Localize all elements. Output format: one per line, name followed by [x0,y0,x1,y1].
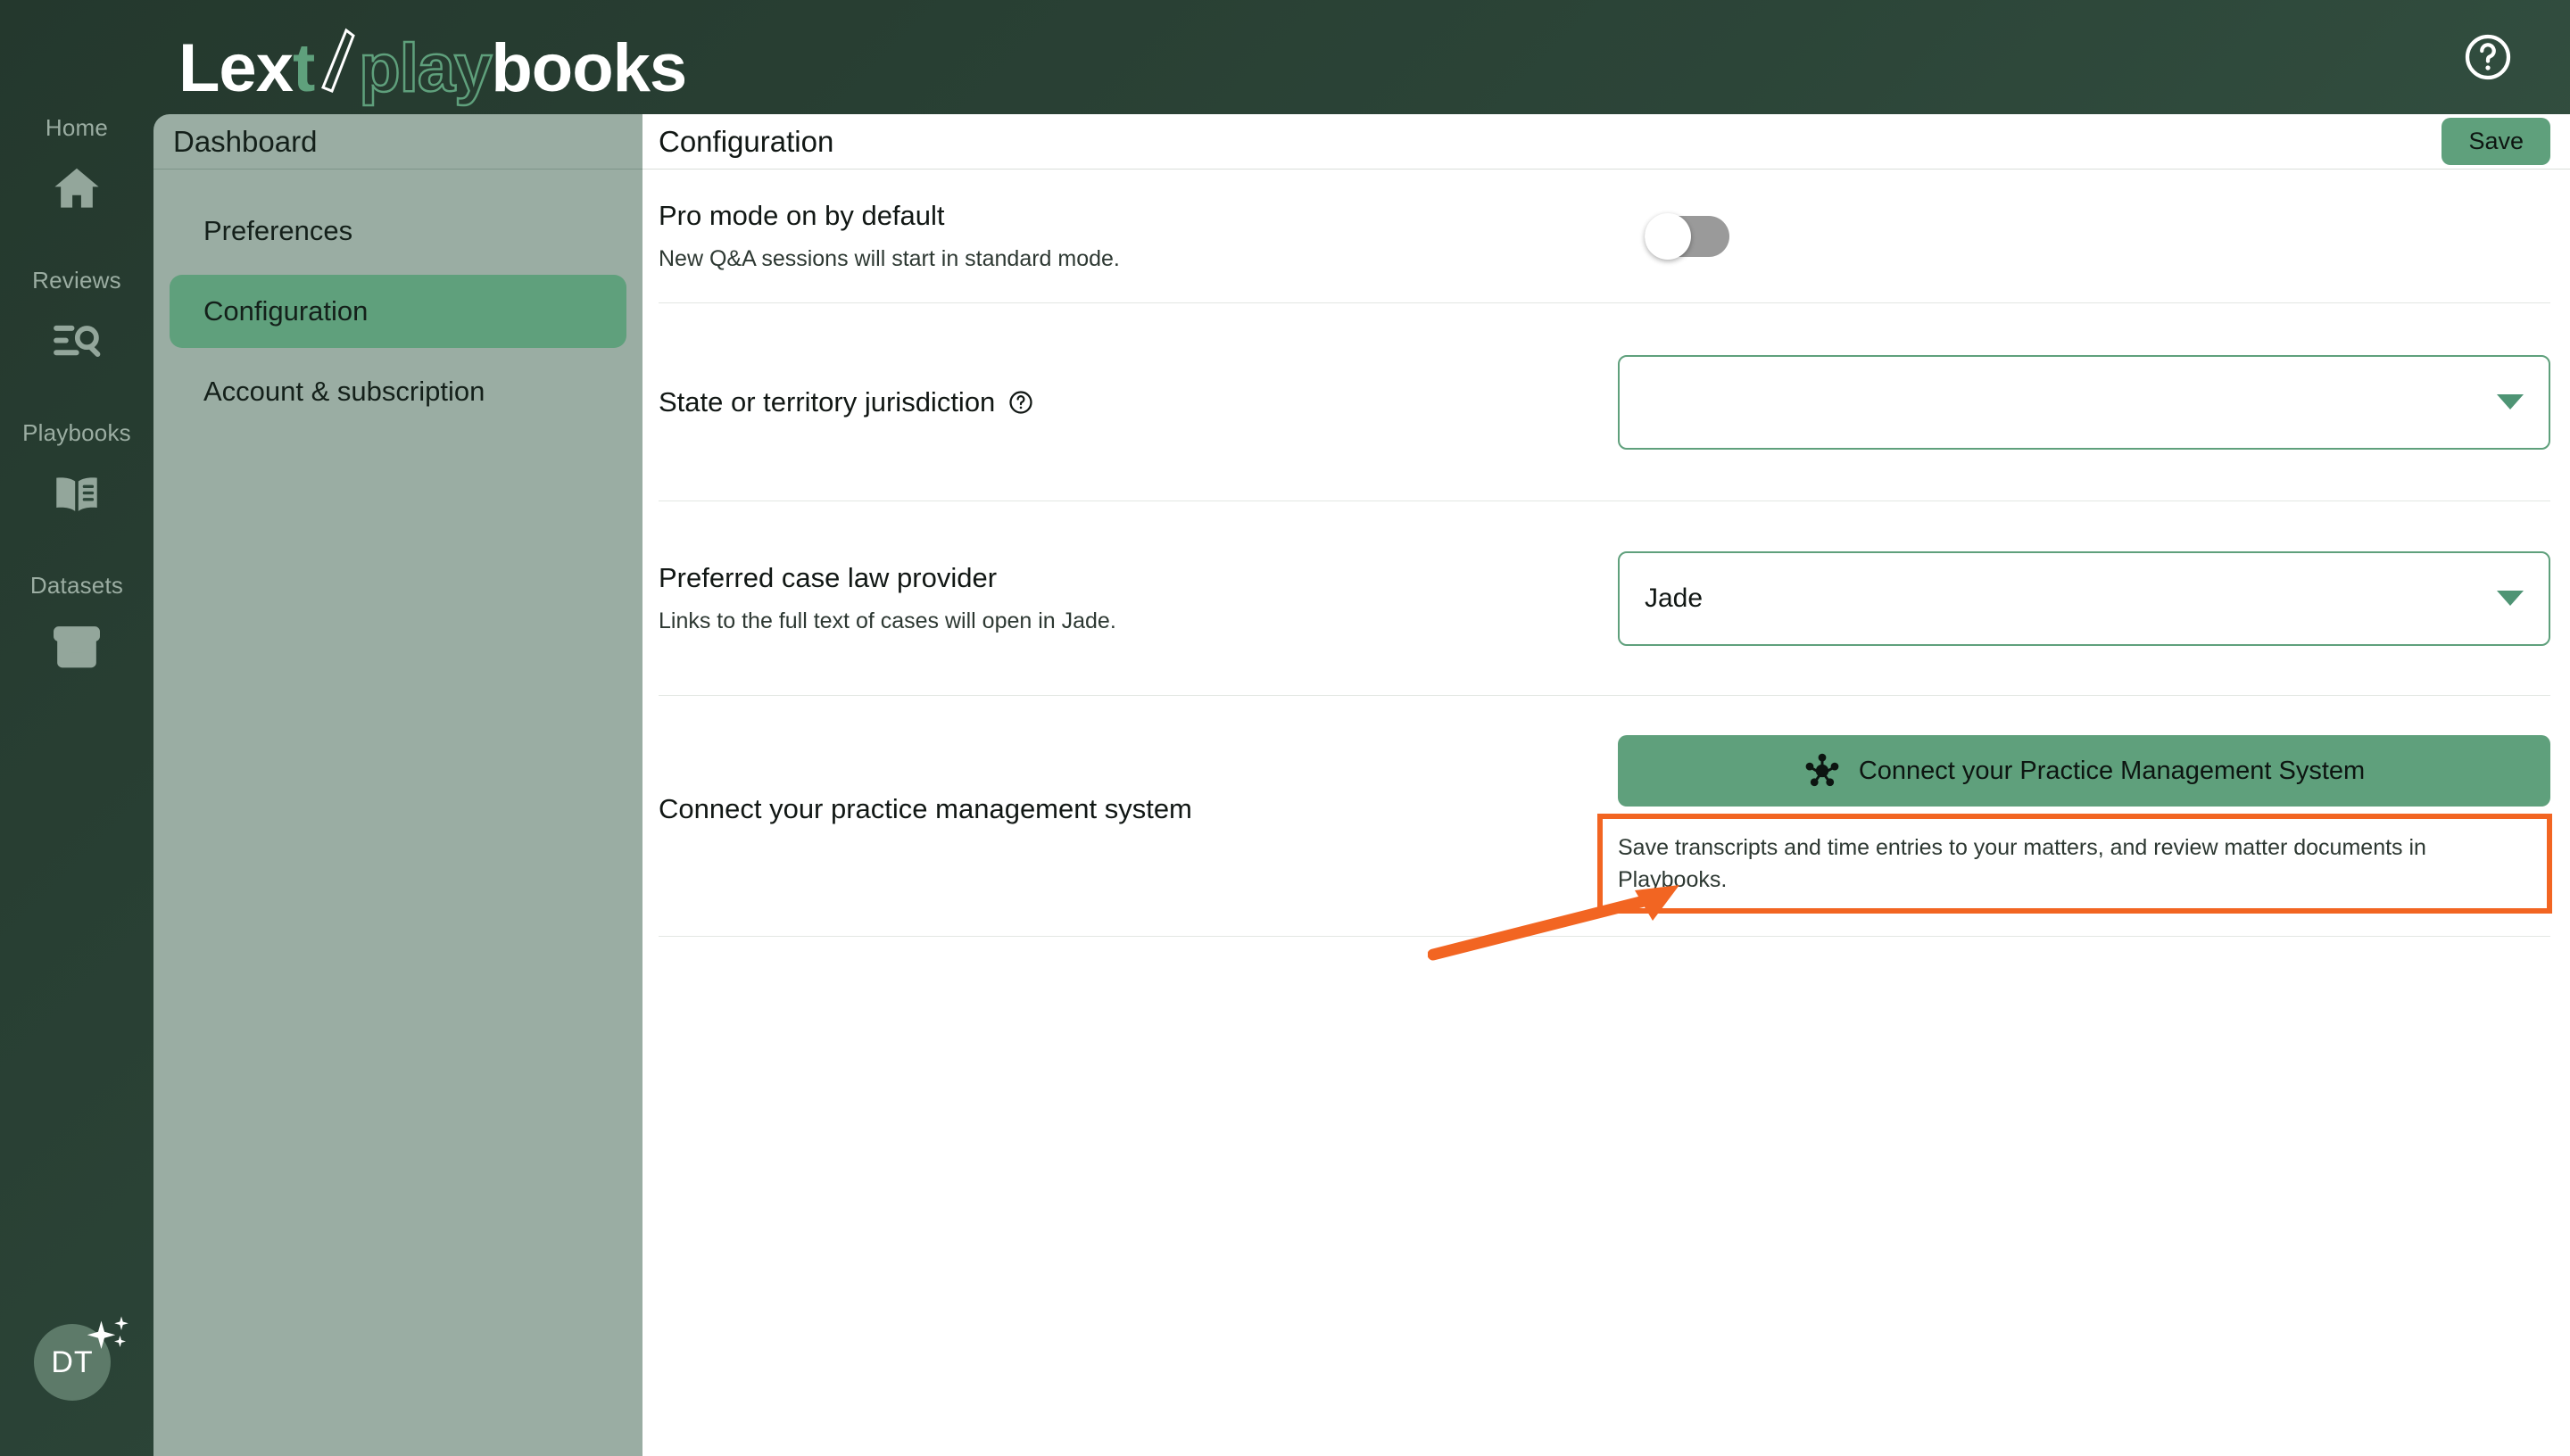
sidebar-item-account-subscription[interactable]: Account & subscription [170,355,626,428]
logo-text-lex: Lex [178,30,294,106]
page-title: Configuration [659,124,834,158]
document-search-icon [49,314,104,369]
avatar-initials: DT [34,1324,111,1401]
dashboard-nav-list: Preferences Configuration Account & subs… [153,170,642,428]
settings-rows: Pro mode on by default New Q&A sessions … [642,170,2570,937]
hub-network-icon [1803,752,1841,790]
setting-row-control: Jade [1618,550,2550,646]
content-header: Configuration Save [642,114,2570,170]
setting-row-text: Pro mode on by default New Q&A sessions … [659,197,1618,275]
sidebar-item-label: Configuration [203,295,369,327]
setting-row-control [1618,354,2550,450]
sidebar-item-label: Preferences [203,215,353,246]
setting-row-text: Connect your practice management system [659,735,1618,828]
primary-navigation-rail: Home Reviews Playbooks Datasets DT [0,0,153,1456]
rail-bottom-section: DT [0,1316,153,1410]
connect-button-label: Connect your Practice Management System [1858,756,2366,785]
setting-title: Preferred case law provider [659,562,998,594]
jurisdiction-select[interactable] [1618,354,2550,450]
setting-row-pro-mode: Pro mode on by default New Q&A sessions … [659,170,2550,303]
setting-row-control [1618,212,2550,260]
sidebar-item-configuration[interactable]: Configuration [170,275,626,348]
rail-item-datasets[interactable]: Datasets [0,572,153,674]
case-law-provider-select[interactable]: Jade [1618,550,2550,646]
top-bar: Lex t play books [0,0,2570,114]
chevron-down-icon [2497,394,2524,410]
setting-row-jurisdiction: State or territory jurisdiction [659,303,2550,501]
question-mark-circle-icon[interactable] [1007,389,1034,416]
dashboard-panel: Dashboard Preferences Configuration Acco… [153,114,642,1456]
application-window: Lex t play books Home Reviews Playbooks … [0,0,2570,1456]
dashboard-header-title: Dashboard [153,114,642,170]
rail-item-label: Home [45,114,109,141]
connect-button-description: Save transcripts and time entries to you… [1618,835,2426,893]
setting-subtitle: Links to the full text of cases will ope… [659,608,1116,633]
case-law-provider-select-value: Jade [1645,583,1704,613]
sidebar-item-preferences[interactable]: Preferences [170,194,626,268]
logo-slash-icon [318,27,356,98]
rail-item-label: Reviews [32,267,121,294]
rail-item-home[interactable]: Home [0,114,153,217]
setting-title: Connect your practice management system [659,793,1192,824]
setting-row-case-law-provider: Preferred case law provider Links to the… [659,501,2550,696]
open-book-icon [49,467,104,522]
setting-row-text: Preferred case law provider Links to the… [659,559,1618,637]
toggle-knob [1645,212,1691,260]
setting-row-practice-management-system: Connect your practice management system [659,696,2550,937]
setting-title-label: State or territory jurisdiction [659,385,996,418]
sidebar-item-label: Account & subscription [203,376,485,407]
setting-title: Pro mode on by default [659,200,945,232]
chevron-down-icon [2497,591,2524,606]
rail-item-playbooks[interactable]: Playbooks [0,419,153,522]
archive-box-icon [49,619,104,674]
app-logo[interactable]: Lex t play books [178,20,687,106]
setting-subtitle: New Q&A sessions will start in standard … [659,245,1120,271]
configuration-content-panel: Configuration Save Pro mode on by defaul… [642,114,2570,1456]
pro-mode-toggle[interactable] [1645,212,1729,260]
setting-row-text: State or territory jurisdiction [659,384,1618,421]
logo-text-play: play [358,30,493,106]
rail-item-label: Datasets [29,572,124,599]
rail-item-reviews[interactable]: Reviews [0,267,153,369]
setting-row-control: Connect your Practice Management System … [1618,735,2550,897]
save-button[interactable]: Save [2442,118,2550,165]
rail-item-label: Playbooks [22,419,131,446]
home-icon [49,161,104,217]
help-circle-icon[interactable] [2461,30,2515,84]
avatar[interactable]: DT [34,1316,128,1410]
logo-text-books: books [491,30,687,106]
connect-practice-management-system-button[interactable]: Connect your Practice Management System [1618,735,2550,807]
logo-text-t-accent: t [292,30,315,106]
setting-title: State or territory jurisdiction [659,384,1618,421]
